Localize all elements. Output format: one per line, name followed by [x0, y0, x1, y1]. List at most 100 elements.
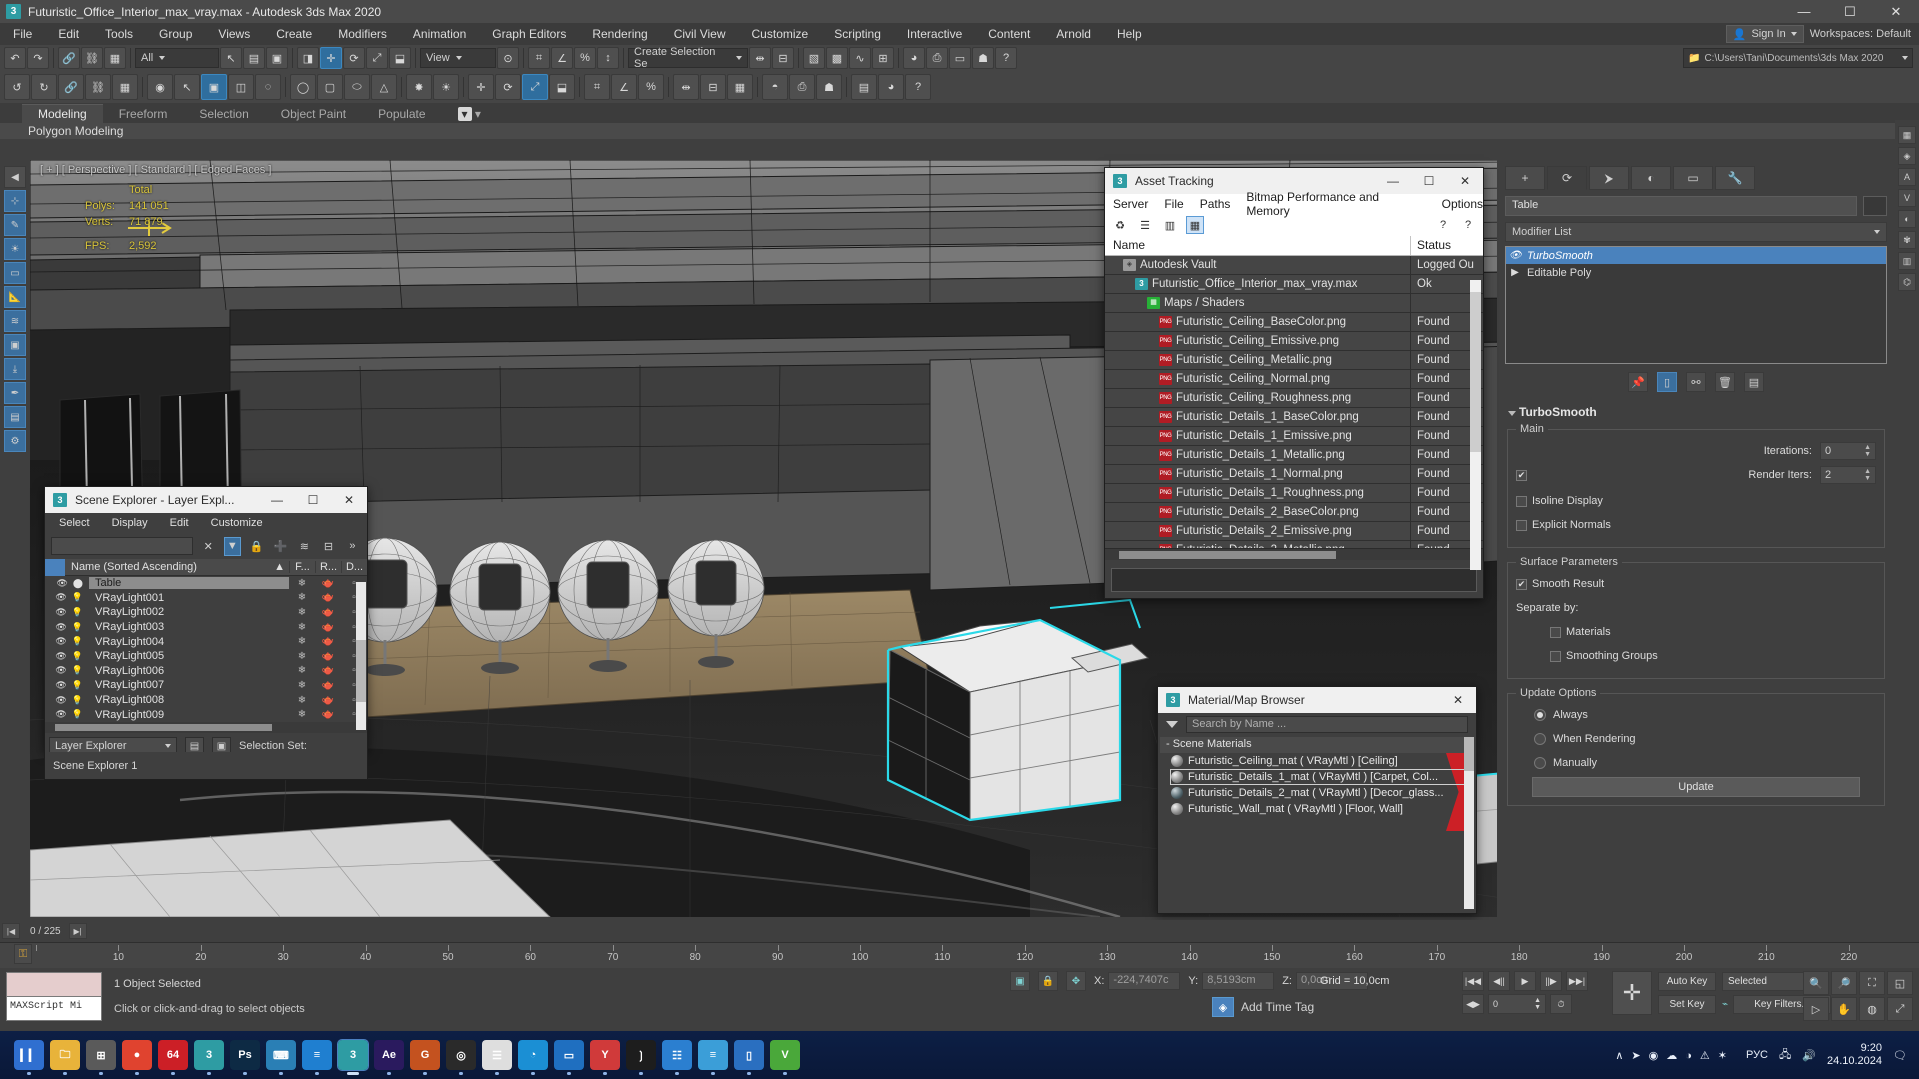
materials-checkbox[interactable]	[1550, 626, 1561, 638]
set-keys-icon[interactable]: ✛	[1612, 971, 1652, 1015]
scene-object-name[interactable]: VRayLight009	[89, 709, 289, 721]
material-browser-body[interactable]: - Scene Materials Futuristic_Ceiling_mat…	[1158, 735, 1476, 897]
select-and-place-icon[interactable]: ⬓	[389, 47, 411, 69]
menu-item-arnold[interactable]: Arnold	[1043, 23, 1104, 45]
update-when-rendering-row[interactable]: When Rendering	[1516, 729, 1876, 749]
select-and-rotate-icon[interactable]: ⟳	[343, 47, 365, 69]
asset-row[interactable]: PNGFuturistic_Details_2_Metallic.pngFoun…	[1105, 540, 1483, 548]
curve-editor-icon[interactable]: ∿	[849, 47, 871, 69]
add-time-tag-control[interactable]: ◈ Add Time Tag	[1212, 997, 1314, 1017]
sun-light-icon[interactable]: ☀	[433, 74, 459, 100]
scene-materials-group[interactable]: - Scene Materials	[1160, 737, 1474, 753]
key-step-icon[interactable]: ◀▶	[1462, 994, 1484, 1014]
material-search-input[interactable]: Search by Name ...	[1186, 715, 1468, 733]
menu-item-animation[interactable]: Animation	[400, 23, 479, 45]
project-path-field[interactable]: 📁 C:\Users\Tani\Documents\3ds Max 2020	[1683, 48, 1913, 68]
content-browser-icon[interactable]: ◈	[1898, 147, 1916, 165]
bitmap-tool-icon[interactable]: ▣	[4, 334, 26, 356]
asset-row[interactable]: PNG Futuristic_Details_2_BaseColor.png Fou…	[1105, 502, 1483, 522]
update-always-row[interactable]: Always	[1516, 705, 1876, 725]
asset-col-name[interactable]: Name	[1105, 236, 1411, 255]
asset-row[interactable]: PNG Futuristic_Details_1_Emissive.png Foun…	[1105, 426, 1483, 446]
scroll-thumb[interactable]	[1464, 737, 1474, 771]
scene-explorer-minimize[interactable]: —	[259, 487, 295, 513]
asset-menu-bitmap-performance-and-memory[interactable]: Bitmap Performance and Memory	[1246, 190, 1425, 218]
scene-menu-select[interactable]: Select	[59, 517, 90, 529]
reference-coord-combo[interactable]: View	[420, 48, 496, 68]
percent-snap2-icon[interactable]: %	[638, 74, 664, 100]
add-layer-icon[interactable]: ➕	[272, 537, 289, 556]
asset-row[interactable]: PNG Futuristic_Ceiling_BaseColor.png Found	[1105, 312, 1483, 332]
named-selection-combo[interactable]: Create Selection Se	[628, 46, 748, 70]
eye-icon[interactable]: 👁	[55, 592, 66, 603]
tray-icon-6[interactable]: ✶	[1718, 1050, 1727, 1062]
pen-tool-icon[interactable]: ✒	[4, 382, 26, 404]
menu-item-scripting[interactable]: Scripting	[821, 23, 894, 45]
eye-icon[interactable]: 👁	[55, 607, 66, 618]
scroll-thumb[interactable]	[1470, 292, 1481, 452]
freeze-icon[interactable]: ❄	[289, 622, 315, 633]
scene-explorer-row[interactable]: 👁 💡 VRayLight001 ❄ 🫖 ▫	[45, 591, 367, 606]
zoom-extents-all-icon[interactable]: ◱	[1887, 971, 1913, 995]
viewport-nav-up-icon[interactable]: ◀	[4, 166, 26, 188]
mirror-icon[interactable]: ⇹	[749, 47, 771, 69]
asset-menu-options[interactable]: Options	[1442, 197, 1483, 211]
prev-key-icon[interactable]: |◀	[2, 923, 20, 939]
renderable-icon[interactable]: 🫖	[315, 578, 341, 589]
taskbar-app-6[interactable]: Ps	[230, 1040, 260, 1075]
eye-icon[interactable]: 👁	[56, 578, 67, 589]
update-always-radio[interactable]	[1534, 709, 1546, 721]
material-row[interactable]: Futuristic_Ceiling_mat ( VRayMtl ) [Ceil…	[1170, 753, 1474, 769]
scene-object-name[interactable]: VRayLight004	[89, 636, 289, 648]
asset-col-status[interactable]: Status	[1411, 236, 1483, 255]
forest-pack-icon[interactable]: ✾	[1898, 231, 1916, 249]
scene-explorer-list[interactable]: 👁 ⬤ Table ❄ 🫖 ▫ 👁 💡 VRayLight001 ❄ 🫖 ▫ 👁 💡 VRayLight00…	[45, 576, 367, 722]
remove-modifier-icon[interactable]: 🗑	[1715, 372, 1735, 392]
import-tool-icon[interactable]: ⤓	[4, 358, 26, 380]
scene-explorer-window[interactable]: 3 Scene Explorer - Layer Expl... — ☐ ✕ S…	[44, 486, 368, 759]
scene-explorer-maximize[interactable]: ☐	[295, 487, 331, 513]
lasso-select-icon[interactable]: ◌	[255, 74, 281, 100]
scene-explorer-search-input[interactable]	[51, 537, 193, 555]
scene-explorer-row[interactable]: 👁 💡 VRayLight006 ❄ 🫖 ▫	[45, 664, 367, 679]
scroll-thumb[interactable]	[1119, 551, 1336, 559]
render-column-header[interactable]: R...	[315, 561, 341, 573]
freeze-icon[interactable]: ❄	[289, 592, 315, 603]
select-and-scale-icon[interactable]: ⤢	[366, 47, 388, 69]
tray-icon-4[interactable]: ◑	[1685, 1050, 1692, 1062]
menu-item-civil-view[interactable]: Civil View	[661, 23, 739, 45]
taskbar-app-5[interactable]: 3	[194, 1040, 224, 1075]
asset-menu-file[interactable]: File	[1164, 197, 1183, 211]
materials-row[interactable]: Materials	[1516, 622, 1876, 642]
scroll-thumb[interactable]	[55, 724, 273, 731]
x-coordinate[interactable]: X: -224,7407c	[1094, 972, 1181, 990]
menu-item-help[interactable]: Help	[1104, 23, 1155, 45]
material-row[interactable]: Futuristic_Details_2_mat ( VRayMtl ) [De…	[1170, 785, 1474, 801]
camera-tool-icon[interactable]: ▭	[4, 262, 26, 284]
name-column-header[interactable]: Name (Sorted Ascending) ▲	[65, 561, 289, 573]
scene-explorer-row[interactable]: 👁 💡 VRayLight007 ❄ 🫖 ▫	[45, 678, 367, 693]
select-object-icon[interactable]: ↖	[220, 47, 242, 69]
scene-object-name[interactable]: VRayLight002	[89, 606, 289, 618]
time-configuration-icon[interactable]: ⏱	[1550, 994, 1572, 1014]
time-ruler[interactable]: 10 20 30 40 50 60 70 80 90 100 110 120 130 140 150 160 1…	[0, 942, 1919, 968]
current-frame-field[interactable]: 0 ▲ ▼	[1488, 994, 1546, 1014]
select-arrow-icon[interactable]: ↖	[174, 74, 200, 100]
pin-stack-icon[interactable]: 📌	[1628, 372, 1648, 392]
renderable-icon[interactable]: 🫖	[315, 665, 341, 676]
menu-item-interactive[interactable]: Interactive	[894, 23, 975, 45]
freeze-icon[interactable]: ❄	[289, 709, 315, 720]
next-frame-icon[interactable]: ||▶	[1540, 971, 1562, 991]
select-filter-icon[interactable]: ◉	[147, 74, 173, 100]
select-region-icon[interactable]: ▣	[201, 74, 227, 100]
eye-icon[interactable]: 👁	[55, 622, 66, 633]
asset-tracking-path-field[interactable]	[1111, 568, 1477, 592]
menu-item-graph-editors[interactable]: Graph Editors	[479, 23, 579, 45]
menu-item-rendering[interactable]: Rendering	[579, 23, 660, 45]
grid-view-icon[interactable]: ▦	[1186, 216, 1204, 234]
scene-explorer-vscrollbar[interactable]	[356, 582, 366, 730]
asset-row[interactable]: 3 Futuristic_Office_Interior_max_vray.max…	[1105, 274, 1483, 294]
freeze-icon[interactable]: ❄	[289, 651, 315, 662]
selection-lock-region-icon[interactable]: ▣	[1010, 971, 1030, 991]
visibility-column-header[interactable]	[45, 558, 65, 576]
